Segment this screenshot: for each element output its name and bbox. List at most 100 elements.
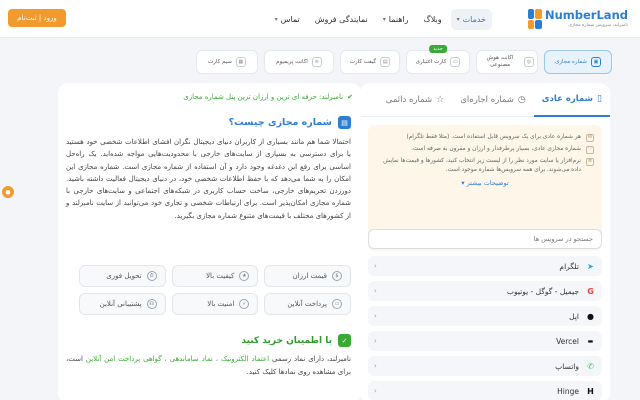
tab-rental-number[interactable]: ◷ شماره اجاره‌ای (452, 83, 534, 117)
trust-links[interactable]: اعتماد الکترونیک ، نماد ساماندهی ، گواهی… (86, 355, 269, 363)
nav-label: تماس (280, 14, 300, 24)
delivery-icon: ⏱ (146, 271, 157, 281)
tab-regular-number[interactable]: ▯ شماره عادی (533, 83, 610, 117)
feature-grid: $ قیمت ارزان ★ کیفیت بالا ⏱ تحویل فوری ▭ پرد… (79, 265, 351, 315)
service-tab-label: گیفت کارت (349, 58, 377, 65)
service-tab-credit-card[interactable]: جدید ▭ کارت اعتباری (406, 45, 470, 74)
service-tab-virtual-number[interactable]: ▣ شماره مجازی (544, 50, 612, 74)
star-icon: ☆ (436, 95, 445, 105)
nav-item-reseller[interactable]: نمایندگی فروش (309, 9, 374, 30)
support-icon: ☊ (146, 299, 157, 309)
feature-instant-delivery: ⏱ تحویل فوری (79, 265, 166, 287)
chat-icon[interactable]: ● (2, 186, 14, 198)
service-tab-sim-card[interactable]: ▦ سیم کارت (196, 50, 258, 74)
tagline-text: نامبرلند: حرفه ای ترین و ارزان ترین پنل … (183, 93, 344, 101)
logo-tagline: نامبرلند، سرویس شماره مجازی (568, 22, 628, 28)
logo-mark-icon (528, 9, 542, 29)
phone-icon: ▯ (597, 94, 602, 104)
service-tab-label: سیم کارت (208, 58, 232, 65)
document-icon: ▤ (338, 116, 351, 129)
nav-label: وبلاگ (423, 14, 442, 24)
login-button[interactable]: ورود | ثبت‌نام (8, 9, 66, 27)
service-tab-label: اکانت پریمیوم (276, 58, 308, 65)
feature-label: تحویل فوری (106, 272, 142, 280)
credit-card-icon: ▭ (450, 57, 461, 67)
service-tab-label: شماره مجازی (555, 58, 587, 65)
nav-item-services[interactable]: خدمات ▾ (450, 8, 492, 30)
chevron-down-icon: ▾ (461, 178, 465, 187)
service-item-whatsapp[interactable]: ✆ واتساپ ‹ (368, 356, 602, 376)
vercel-icon: ▬ (587, 337, 594, 345)
service-item-hinge[interactable]: H Hinge ‹ (368, 381, 602, 400)
feature-label: پشتیبانی آنلاین (99, 300, 142, 308)
apple-icon: ● (587, 311, 594, 321)
card-icon: ▭ (332, 299, 342, 309)
tab-label: شماره اجاره‌ای (460, 95, 514, 105)
nav-item-contact[interactable]: تماس ▾ (269, 9, 306, 30)
feature-cheap-price: $ قیمت ارزان (264, 265, 351, 287)
feature-high-quality: ★ کیفیت بالا (171, 265, 259, 287)
info-text: هر شماره عادی برای یک سرویس قابل استفاده… (406, 134, 581, 140)
shield-icon: ✓ (239, 299, 250, 309)
nav-label: نمایندگی فروش (314, 14, 368, 24)
tagline: ✔ نامبرلند: حرفه ای ترین و ارزان ترین پن… (183, 93, 353, 101)
tab-label: شماره دائمی (385, 95, 433, 105)
logo[interactable]: NumberLand نامبرلند، سرویس شماره مجازی (528, 6, 628, 32)
nav-label: راهنما (388, 14, 409, 24)
service-tabs: ▣ شماره مجازی ◎ اکانت هوش مصنوعی جدید ▭ … (180, 45, 612, 76)
service-item-apple[interactable]: ● اپل ‹ (368, 306, 602, 326)
number-type-tabs: ▯ شماره عادی ◷ شماره اجاره‌ای ☆ شماره دائمی (360, 83, 610, 117)
service-name: Hinge (557, 386, 579, 396)
site-header: NumberLand نامبرلند، سرویس شماره مجازی خ… (0, 0, 640, 38)
service-item-telegram[interactable]: ➤ تلگرام ‹ (368, 256, 602, 276)
feature-online-payment: ▭ پرداخت آنلاین (264, 293, 351, 315)
nav-item-guide[interactable]: راهنما ▾ (377, 9, 415, 30)
heading-text: شماره مجازی چیست؟ (228, 117, 332, 128)
new-badge: جدید (429, 45, 447, 53)
more-info-link[interactable]: توضیحات بیشتر ▾ (376, 179, 594, 187)
trust-text: نامبرلند، دارای نماد رسمی (269, 355, 352, 363)
nav-item-blog[interactable]: وبلاگ (418, 9, 448, 30)
check-icon: ✓ (338, 334, 351, 347)
trust-paragraph: نامبرلند، دارای نماد رسمی اعتماد الکترون… (66, 353, 351, 380)
intro-paragraph: احتمالا شما هم مانند بسیاری از کاربران د… (66, 138, 351, 220)
whatsapp-icon: ✆ (587, 361, 594, 371)
robot-icon: ◎ (524, 57, 534, 67)
info-text: نرم‌افزار یا سایت مورد نظر را از لیست زی… (383, 158, 581, 173)
login-label: ورود | ثبت‌نام (17, 14, 57, 22)
info-text: شماره مجازی عادی، بسیار پرطرفدار و ارزان… (411, 146, 581, 152)
service-list: ➤ تلگرام ‹ G جیمیل - گوگل - یوتیوب ‹ ● اپل … (368, 256, 602, 400)
gift-icon: ▤ (380, 57, 391, 67)
tab-permanent-number[interactable]: ☆ شماره دائمی (378, 83, 452, 117)
trust-heading: ✓ با اطمینان خرید کنید (241, 334, 351, 347)
service-tab-ai-account[interactable]: ◎ اکانت هوش مصنوعی (476, 50, 538, 74)
service-tab-label: اکانت هوش مصنوعی (486, 55, 514, 68)
service-tab-gift-card[interactable]: ▤ گیفت کارت (340, 50, 400, 74)
service-name: تلگرام (559, 261, 579, 271)
chevron-left-icon: ‹ (374, 337, 377, 345)
service-search-input[interactable] (368, 229, 602, 249)
service-item-google[interactable]: G جیمیل - گوگل - یوتیوب ‹ (368, 281, 602, 301)
feature-label: قیمت ارزان (292, 272, 327, 280)
service-item-vercel[interactable]: ▬ Vercel ‹ (368, 331, 602, 351)
sim-card-icon: ▦ (235, 57, 246, 67)
price-icon: $ (332, 271, 342, 281)
service-tab-premium-account[interactable]: ♔ اکانت پریمیوم (264, 50, 334, 74)
feature-online-support: ☊ پشتیبانی آنلاین (79, 293, 166, 315)
section-heading: ▤ شماره مجازی چیست؟ (229, 116, 351, 129)
number-panel: ▯ شماره عادی ◷ شماره اجاره‌ای ☆ شماره دائمی… (360, 83, 610, 400)
telegram-icon: ➤ (587, 261, 594, 271)
feature-label: پرداخت آنلاین (287, 300, 327, 308)
logo-name: NumberLand (544, 8, 628, 22)
check-icon: ✔ (347, 93, 353, 101)
tab-label: شماره عادی (541, 94, 594, 104)
service-tab-label: کارت اعتباری (415, 58, 447, 65)
heart-icon: ♡ (586, 146, 594, 154)
hinge-icon: H (587, 386, 594, 396)
service-name: واتساپ (555, 361, 579, 371)
quality-icon: ★ (239, 271, 250, 281)
service-name: جیمیل - گوگل - یوتیوب (506, 286, 579, 296)
service-name: اپل (569, 311, 579, 321)
google-icon: G (587, 286, 594, 296)
more-label: توضیحات بیشتر (466, 178, 509, 187)
